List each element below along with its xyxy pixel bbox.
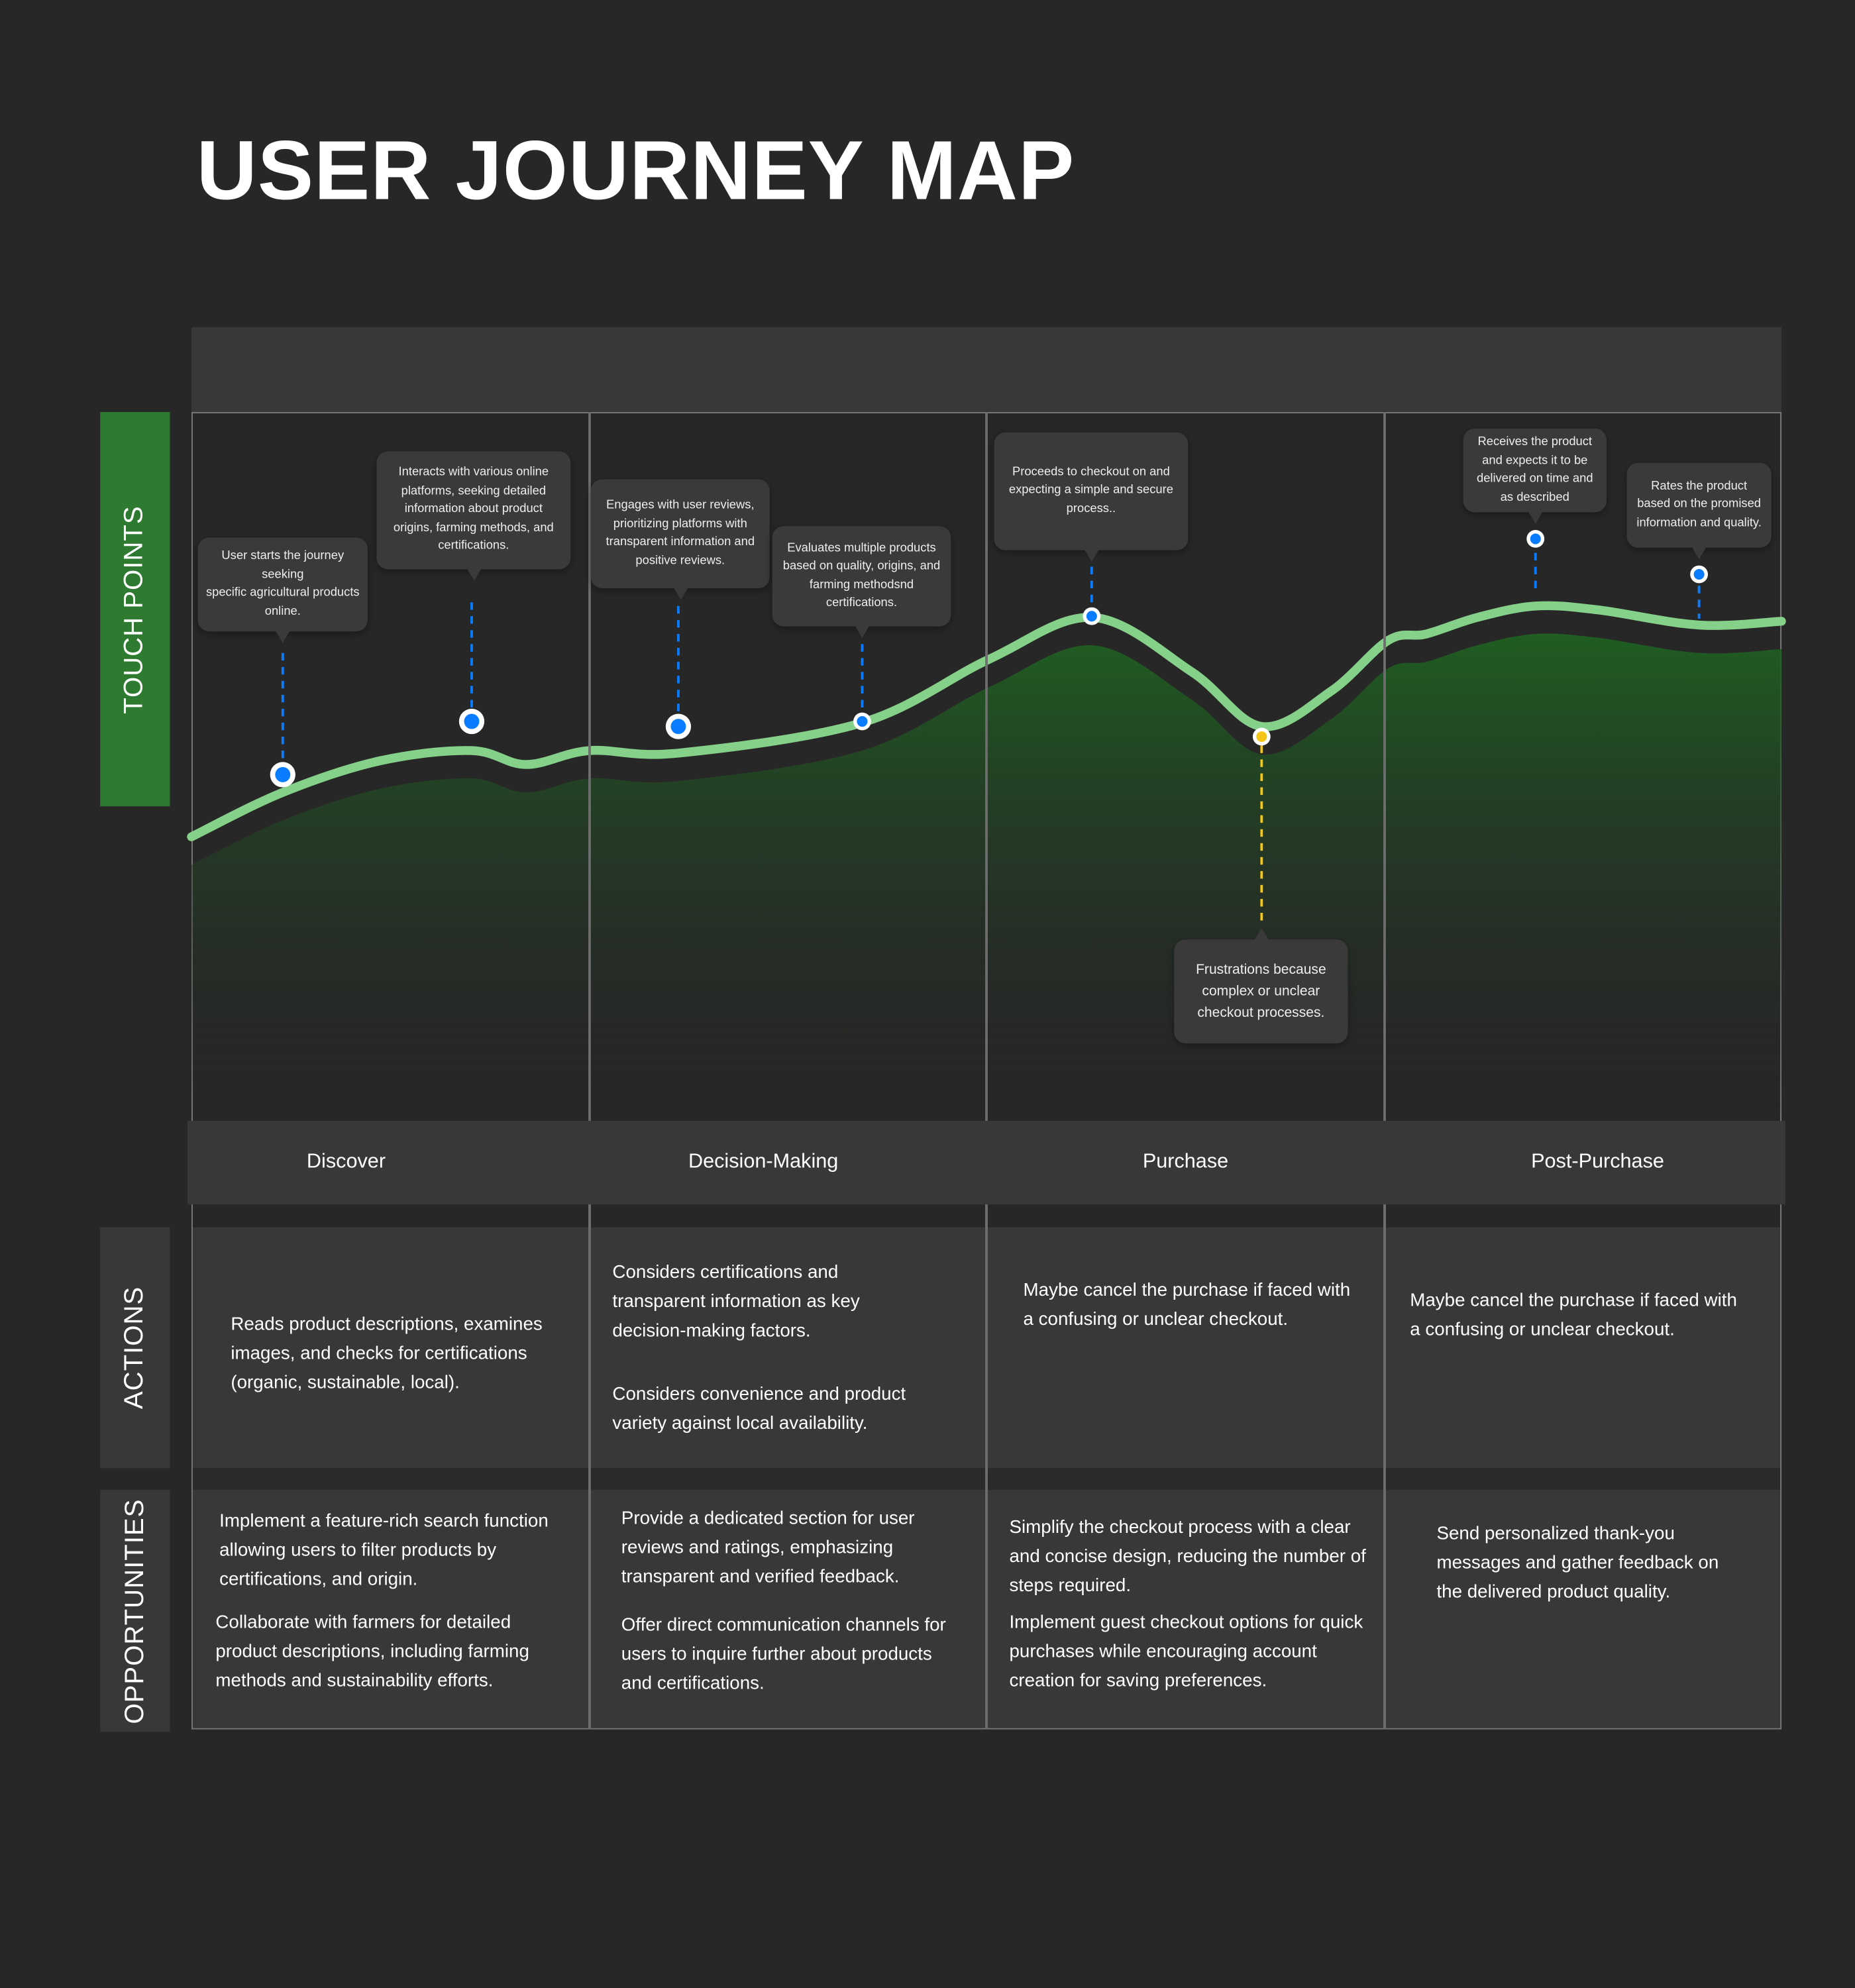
- callout-text: Evaluates multiple products based on qua…: [782, 541, 941, 610]
- touch-point-callout: Engages with user reviews, prioritizing …: [590, 479, 770, 600]
- column-divider: [985, 1204, 988, 1730]
- touch-point-callout: Evaluates multiple products based on qua…: [772, 526, 951, 638]
- action-purchase: Maybe cancel the purchase if faced with …: [1023, 1281, 1351, 1330]
- marker-core: [275, 766, 291, 782]
- callout-text: Frustrations because complex or unclear …: [1196, 961, 1326, 1020]
- action-decision-making: Considers certifications and transparent…: [612, 1263, 906, 1434]
- callout-text: Engages with user reviews, prioritizing …: [606, 498, 755, 568]
- column-divider: [588, 1204, 591, 1730]
- journey-map: USER JOURNEY MAP TOUCH POINTS ACTIONS OP…: [0, 0, 1855, 1988]
- marker-core: [1693, 568, 1705, 580]
- touch-points-label: TOUCH POINTS: [100, 412, 170, 807]
- touch-point-callout: Receives the product and expects it to b…: [1463, 428, 1607, 524]
- marker-core: [1530, 533, 1541, 545]
- callout-text: Proceeds to checkout on and expecting a …: [1008, 464, 1173, 516]
- marker-core: [1256, 731, 1267, 743]
- opportunity-purchase: Simplify the checkout process with a cle…: [1009, 1517, 1366, 1692]
- marker-core: [670, 719, 686, 735]
- opportunity-post-purchase: Send personalized thank-you messages and…: [1436, 1524, 1719, 1603]
- marker-core: [1086, 611, 1097, 622]
- opportunities-label: OPPORTUNITIES: [100, 1489, 170, 1732]
- touch-point-callout: Proceeds to checkout on and expecting a …: [994, 432, 1189, 562]
- callout-text: Receives the product and expects it to b…: [1476, 435, 1593, 504]
- marker-core: [857, 715, 868, 727]
- touch-point-callout: Interacts with various online platforms,…: [376, 451, 571, 581]
- pain-point-callout: Frustrations because complex or unclear …: [1174, 927, 1348, 1044]
- phase-post-purchase: Post-Purchase: [1531, 1151, 1664, 1173]
- opportunity-discover: Implement a feature-rich search function…: [215, 1511, 549, 1692]
- callout-text: User starts the journey seeking specific…: [205, 549, 360, 619]
- phase-decision-making: Decision-Making: [688, 1151, 839, 1173]
- touch-point-callout: User starts the journey seeking specific…: [197, 537, 368, 643]
- action-discover: Reads product descriptions, examines ima…: [231, 1314, 543, 1394]
- phase-discover: Discover: [306, 1151, 386, 1173]
- action-post-purchase: Maybe cancel the purchase if faced with …: [1410, 1290, 1737, 1340]
- actions-label: ACTIONS: [100, 1227, 170, 1469]
- callout-text: Rates the product based on the promised …: [1636, 478, 1762, 530]
- marker-core: [464, 713, 480, 729]
- callout-text: Interacts with various online platforms,…: [393, 465, 554, 553]
- opportunity-decision-making: Provide a dedicated section for user rev…: [621, 1508, 946, 1694]
- touch-point-callout: Rates the product based on the promised …: [1626, 462, 1772, 560]
- phase-purchase: Purchase: [1142, 1151, 1229, 1173]
- column-divider: [1383, 1204, 1386, 1730]
